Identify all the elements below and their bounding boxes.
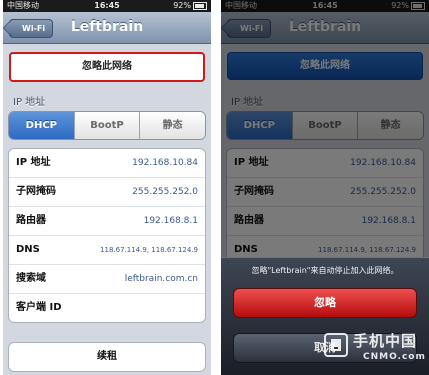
row-value: 255.255.252.0 <box>132 187 198 197</box>
action-sheet-message: 忽略"Leftbrain"来自动停止加入此网络。 <box>251 266 399 275</box>
table-row: DNS 118.67.114.9, 118.67.124.9 <box>9 235 205 264</box>
ip-mode-segmented-control: DHCP BootP 静态 <box>8 111 206 140</box>
row-label: IP 地址 <box>16 157 51 168</box>
watermark-subtext: CNMO.com <box>363 352 426 362</box>
ip-details-table: IP 地址 192.168.10.84 子网掩码 255.255.252.0 路… <box>8 148 206 323</box>
renew-lease-button[interactable]: 续租 <box>8 342 206 372</box>
battery-percent: 92% <box>173 1 191 10</box>
battery-indicator: 92% <box>173 0 207 12</box>
segment-static[interactable]: 静态 <box>139 112 205 139</box>
watermark-text: 手机中国 <box>353 332 418 350</box>
segment-dhcp[interactable]: DHCP <box>9 112 74 139</box>
table-row: 路由器 192.168.8.1 <box>9 206 205 235</box>
table-row: 搜索域 leftbrain.com.cn <box>9 264 205 293</box>
network-detail-content: 忽略此网络 IP 地址 DHCP BootP 静态 IP 地址 192.168.… <box>3 44 211 375</box>
row-label: 路由器 <box>16 215 46 226</box>
phone-screen-right: 中国移动 16:45 92% Wi-Fi Leftbrain 忽略此网络 IP … <box>221 0 429 375</box>
row-label: 子网掩码 <box>16 186 56 197</box>
ip-section-label: IP 地址 <box>13 97 46 108</box>
row-label: 客户端 ID <box>16 302 62 313</box>
table-row: 子网掩码 255.255.252.0 <box>9 177 205 206</box>
table-row: IP 地址 192.168.10.84 <box>9 149 205 177</box>
battery-icon <box>193 1 207 10</box>
row-value: 192.168.10.84 <box>132 158 198 168</box>
cnmo-logo-icon <box>324 333 348 357</box>
row-value: 118.67.114.9, 118.67.124.9 <box>100 246 198 254</box>
row-label: 搜索域 <box>16 273 46 284</box>
row-label: DNS <box>16 244 40 255</box>
segment-bootp[interactable]: BootP <box>73 112 140 139</box>
phone-screen-left: 中国移动 16:45 92% Wi-Fi Leftbrain 忽略此网络 IP … <box>3 0 211 375</box>
ignore-network-button[interactable]: 忽略 <box>233 288 417 318</box>
forget-network-button[interactable]: 忽略此网络 <box>9 52 205 82</box>
watermark: 手机中国 CNMO.com <box>323 330 425 372</box>
navigation-bar: Wi-Fi Leftbrain <box>3 12 211 44</box>
row-value: 192.168.8.1 <box>143 216 198 226</box>
status-bar: 中国移动 16:45 92% <box>3 0 211 12</box>
page-title: Leftbrain <box>70 19 144 35</box>
table-row-client-id[interactable]: 客户端 ID <box>9 293 205 322</box>
row-value: leftbrain.com.cn <box>124 274 198 284</box>
